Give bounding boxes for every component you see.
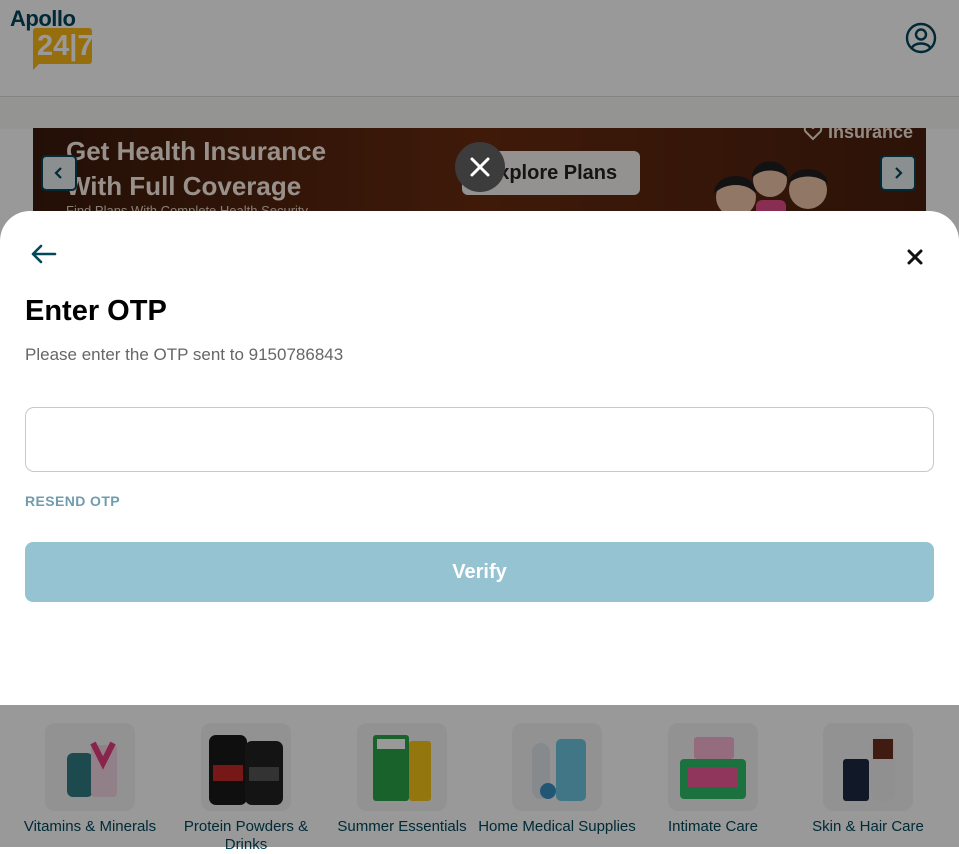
resend-otp-link[interactable]: RESEND OTP bbox=[25, 493, 120, 509]
overlay-close-button[interactable] bbox=[455, 142, 505, 192]
verify-button[interactable]: Verify bbox=[25, 542, 934, 602]
modal-subtitle: Please enter the OTP sent to 9150786843 bbox=[25, 345, 344, 364]
otp-input[interactable] bbox=[25, 407, 934, 472]
arrow-left-icon[interactable] bbox=[29, 243, 57, 265]
close-icon bbox=[470, 157, 490, 177]
modal-title: Enter OTP bbox=[25, 295, 167, 327]
otp-modal: Enter OTP Please enter the OTP sent to 9… bbox=[0, 211, 959, 705]
close-icon[interactable] bbox=[905, 247, 925, 267]
